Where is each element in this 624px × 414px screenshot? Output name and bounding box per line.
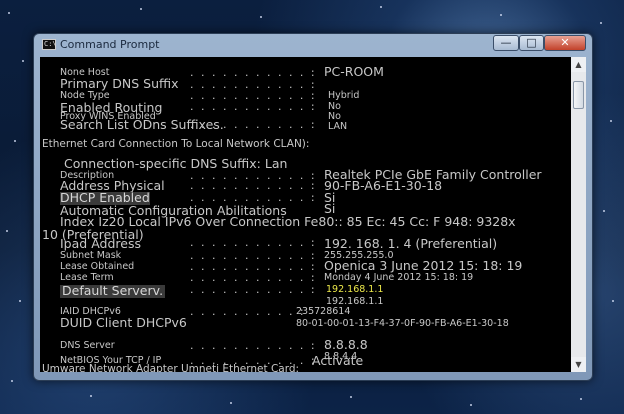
leader-dots: . . . . . . . . . . . : (190, 118, 317, 131)
cmd-icon: C:\ (42, 39, 57, 50)
console-label-highlighted: Default Serverv. (60, 283, 166, 298)
close-button[interactable]: ✕ (544, 35, 586, 51)
console-value: Activate (312, 353, 364, 368)
console-value: 80-01-00-01-13-F4-37-0F-90-FB-A6-E1-30-1… (296, 318, 509, 329)
gateway-value: 192.168.1.1 (326, 284, 384, 295)
console-value: 90-FB-A6-E1-30-18 (324, 178, 443, 193)
title-bar[interactable]: C:\ Command Prompt — □ ✕ (34, 34, 592, 56)
maximize-button[interactable]: □ (519, 35, 544, 51)
scrollbar-thumb[interactable] (573, 81, 584, 109)
console-value: Monday 4 June 2012 15: 18: 19 (324, 272, 474, 283)
vertical-scrollbar[interactable]: ▲ ▼ (571, 57, 586, 372)
console-value: Openica 3 June 2012 15: 18: 19 (324, 258, 523, 273)
leader-dots: . . . . . . . . . . . : (190, 100, 317, 113)
console-value: Hybrid (328, 90, 360, 101)
command-prompt-window: C:\ Command Prompt — □ ✕ None Host . . .… (33, 33, 593, 381)
console-value: LAN (328, 121, 348, 132)
console-value: PC-ROOM (324, 64, 384, 79)
console-value: 8.8.8.8 (324, 337, 368, 352)
console-label: Primary DNS Suffix (60, 76, 179, 91)
leader-dots: . . . . . . . . . . . : (190, 339, 317, 352)
leader-dots: . . . . . . . . . . : (190, 305, 306, 318)
console-label: Ipad Address (60, 236, 141, 251)
console-label: Subnet Mask (60, 250, 122, 261)
scroll-down-arrow-icon[interactable]: ▼ (571, 357, 586, 372)
console-value: 192. 168. 1. 4 (Preferential) (324, 236, 498, 251)
section-header: Ethernet Card Connection To Local Networ… (42, 138, 310, 150)
leader-dots: . . . . . . . . . . . : (190, 283, 317, 296)
section-header: Umware Network Adapter Umneti Ethernet C… (42, 363, 300, 372)
window-title: Command Prompt (60, 38, 160, 51)
console-label: Lease Term (60, 272, 114, 283)
minimize-button[interactable]: — (493, 35, 519, 51)
scroll-up-arrow-icon[interactable]: ▲ (571, 57, 586, 72)
console-value: 235728614 (296, 306, 351, 317)
leader-dots: . . . . . . . . . . . : (190, 236, 317, 249)
console-output[interactable]: None Host . . . . . . . . . . . : PC-ROO… (40, 57, 571, 372)
console-label: DNS Server (60, 340, 115, 351)
console-label: Lease Obtained (60, 261, 135, 272)
console-label: DUID Client DHCPv6 (60, 315, 187, 330)
